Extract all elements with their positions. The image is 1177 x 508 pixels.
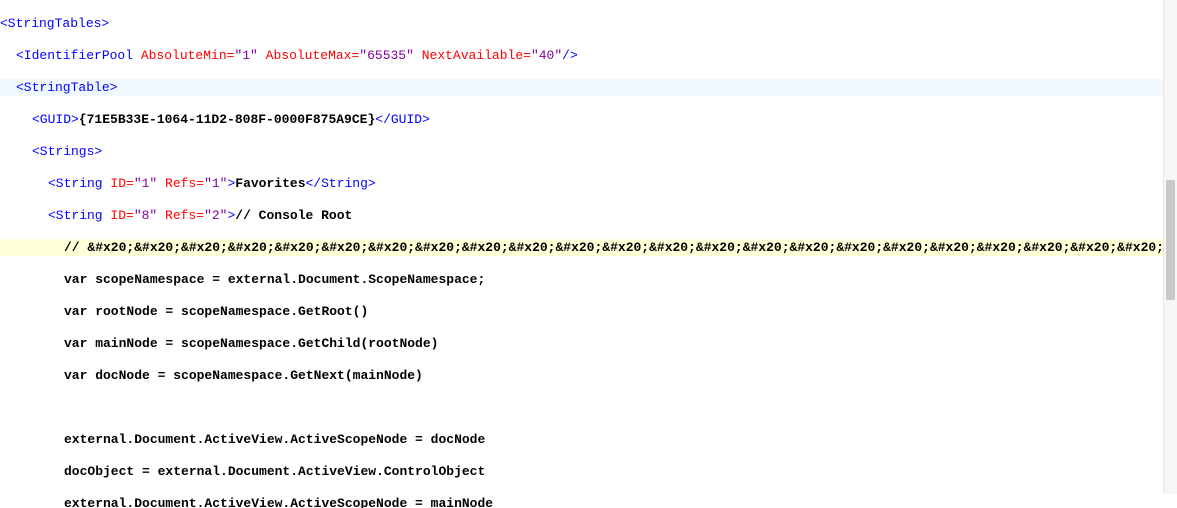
xml-tag: <StringTables> bbox=[0, 16, 109, 31]
xml-tag: <IdentifierPool bbox=[16, 48, 141, 63]
xml-val: "65535" bbox=[359, 48, 414, 63]
code-line: <Strings> bbox=[0, 143, 1177, 160]
xml-attr: AbsoluteMin= bbox=[141, 48, 235, 63]
code-line: <StringTables> bbox=[0, 15, 1177, 32]
xml-text: var docNode = scopeNamespace.GetNext(mai… bbox=[64, 368, 423, 383]
xml-attr: Refs= bbox=[165, 208, 204, 223]
xml-text: Favorites bbox=[235, 176, 305, 191]
xml-tag: /> bbox=[562, 48, 578, 63]
xml-val: "1" bbox=[234, 48, 257, 63]
code-line: <IdentifierPool AbsoluteMin="1" Absolute… bbox=[0, 47, 1177, 64]
xml-text: var mainNode = scopeNamespace.GetChild(r… bbox=[64, 336, 438, 351]
xml-val: "1" bbox=[204, 176, 227, 191]
code-line-highlighted: <StringTable> bbox=[0, 79, 1177, 96]
xml-code-view: <StringTables> <IdentifierPool AbsoluteM… bbox=[0, 0, 1177, 508]
xml-tag: <String bbox=[48, 208, 110, 223]
xml-tag: <String bbox=[48, 176, 110, 191]
xml-attr: Refs= bbox=[165, 176, 204, 191]
xml-text: var rootNode = scopeNamespace.GetRoot() bbox=[64, 304, 368, 319]
code-line: docObject = external.Document.ActiveView… bbox=[0, 463, 1177, 480]
code-line bbox=[0, 399, 1177, 416]
code-line: var mainNode = scopeNamespace.GetChild(r… bbox=[0, 335, 1177, 352]
xml-attr: ID= bbox=[110, 208, 133, 223]
xml-text: // Console Root bbox=[235, 208, 352, 223]
code-line-highlighted-yellow: // &#x20;&#x20;&#x20;&#x20;&#x20;&#x20;&… bbox=[0, 239, 1177, 256]
xml-text: external.Document.ActiveView.ActiveScope… bbox=[64, 432, 485, 447]
code-line: var rootNode = scopeNamespace.GetRoot() bbox=[0, 303, 1177, 320]
code-line: external.Document.ActiveView.ActiveScope… bbox=[0, 495, 1177, 508]
code-line: var docNode = scopeNamespace.GetNext(mai… bbox=[0, 367, 1177, 384]
xml-tag: </String> bbox=[306, 176, 376, 191]
code-line: <GUID>{71E5B33E-1064-11D2-808F-0000F875A… bbox=[0, 111, 1177, 128]
xml-text: docObject = external.Document.ActiveView… bbox=[64, 464, 485, 479]
code-line: <String ID="1" Refs="1">Favorites</Strin… bbox=[0, 175, 1177, 192]
xml-val: "40" bbox=[531, 48, 562, 63]
xml-tag: <Strings> bbox=[32, 144, 102, 159]
xml-attr: ID= bbox=[110, 176, 133, 191]
xml-val: "8" bbox=[134, 208, 157, 223]
code-line: var scopeNamespace = external.Document.S… bbox=[0, 271, 1177, 288]
xml-text: external.Document.ActiveView.ActiveScope… bbox=[64, 496, 493, 508]
code-line: <String ID="8" Refs="2">// Console Root bbox=[0, 207, 1177, 224]
xml-attr: AbsoluteMax= bbox=[266, 48, 360, 63]
code-line: external.Document.ActiveView.ActiveScope… bbox=[0, 431, 1177, 448]
xml-tag: </GUID> bbox=[375, 112, 430, 127]
xml-text: {71E5B33E-1064-11D2-808F-0000F875A9CE} bbox=[79, 112, 375, 127]
xml-text: var scopeNamespace = external.Document.S… bbox=[64, 272, 485, 287]
xml-tag: <GUID> bbox=[32, 112, 79, 127]
xml-tag: <StringTable> bbox=[16, 80, 117, 95]
xml-val: "2" bbox=[204, 208, 227, 223]
xml-val: "1" bbox=[134, 176, 157, 191]
xml-attr: NextAvailable= bbox=[422, 48, 531, 63]
xml-text: // &#x20;&#x20;&#x20;&#x20;&#x20;&#x20;&… bbox=[64, 240, 1177, 255]
vertical-scrollbar[interactable] bbox=[1163, 0, 1177, 494]
